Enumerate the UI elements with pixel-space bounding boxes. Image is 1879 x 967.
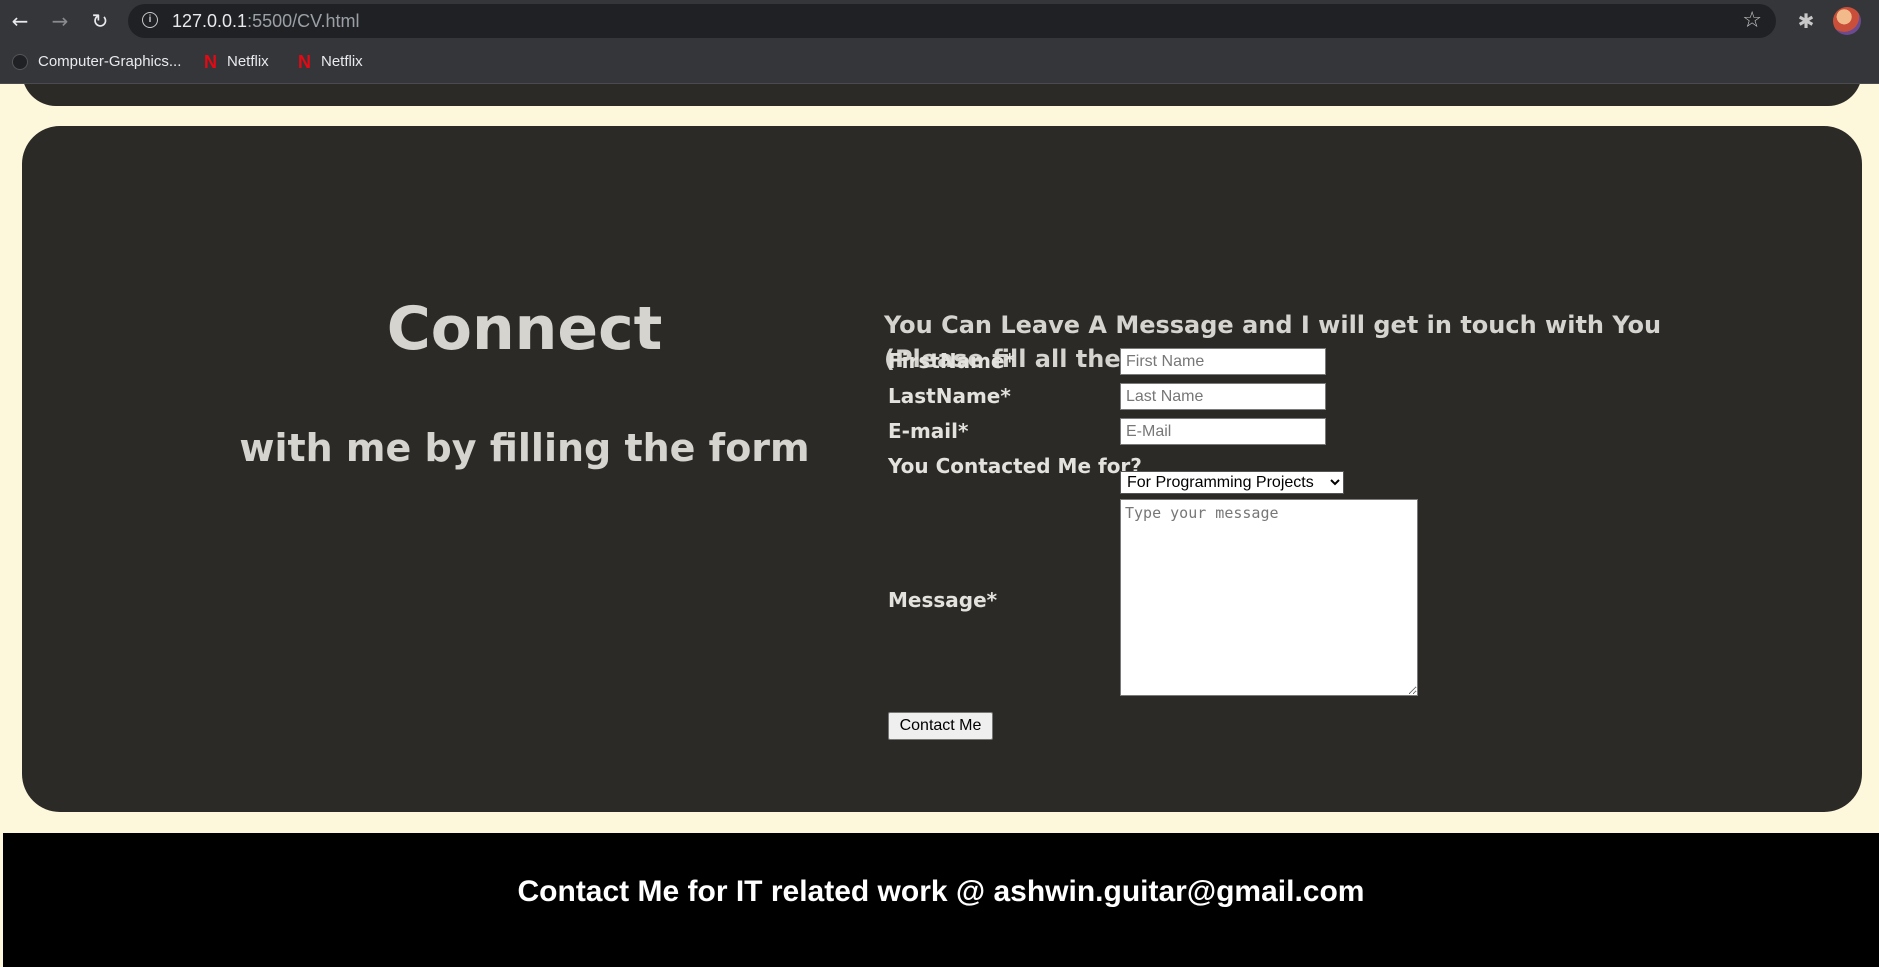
footer-contact-text: Contact Me for IT related work @ ashwin.… [517, 875, 1365, 908]
reload-icon[interactable]: ↻ [88, 9, 112, 33]
browser-toolbar: ← → ↻ i 127.0.0.1:5500/CV.html ☆ ✱ [0, 0, 1879, 42]
last-name-label: LastName* [888, 384, 1011, 408]
bookmark-label: Netflix [227, 53, 269, 70]
email-label: E-mail* [888, 419, 969, 443]
bookmark-netflix[interactable]: N Netflix [298, 51, 363, 73]
contact-me-button[interactable]: Contact Me [888, 712, 993, 740]
last-name-input[interactable] [1120, 383, 1326, 410]
address-url[interactable]: 127.0.0.1:5500/CV.html [172, 11, 359, 32]
reason-label: You Contacted Me for? [888, 454, 1142, 478]
bookmarks-bar: Computer-Graphics... N Netflix N Netflix [0, 42, 1879, 84]
bookmark-computer-graphics[interactable]: Computer-Graphics... [12, 51, 181, 73]
extensions-puzzle-icon[interactable]: ✱ [1793, 8, 1819, 34]
bookmark-label: Computer-Graphics... [38, 53, 182, 70]
address-bar[interactable]: i 127.0.0.1:5500/CV.html ☆ [128, 4, 1776, 38]
bookmark-label: Netflix [321, 53, 363, 70]
forward-arrow-icon[interactable]: → [48, 9, 72, 33]
site-info-icon[interactable]: i [142, 12, 158, 28]
back-arrow-icon[interactable]: ← [8, 9, 32, 33]
page-content: Connect with me by filling the form You … [0, 84, 1879, 967]
github-icon [12, 54, 28, 71]
email-input[interactable] [1120, 418, 1326, 445]
message-textarea[interactable] [1120, 499, 1418, 696]
bookmark-star-icon[interactable]: ☆ [1742, 8, 1762, 33]
netflix-icon: N [204, 52, 217, 73]
netflix-icon: N [298, 52, 311, 73]
first-name-input[interactable] [1120, 348, 1326, 375]
connect-subheading: with me by filling the form [239, 426, 810, 470]
footer: Contact Me for IT related work @ ashwin.… [3, 833, 1879, 967]
url-host: 127.0.0.1 [172, 11, 248, 31]
profile-avatar[interactable] [1833, 7, 1861, 35]
url-path: :5500/CV.html [247, 11, 360, 31]
reason-select[interactable]: For Programming Projects [1120, 471, 1344, 494]
bookmark-netflix[interactable]: N Netflix [204, 51, 269, 73]
first-name-label: FirstName* [888, 349, 1015, 373]
previous-section-card [22, 84, 1862, 106]
connect-heading: Connect [386, 294, 663, 364]
message-label: Message* [888, 588, 998, 612]
contact-section: Connect with me by filling the form You … [22, 126, 1862, 812]
